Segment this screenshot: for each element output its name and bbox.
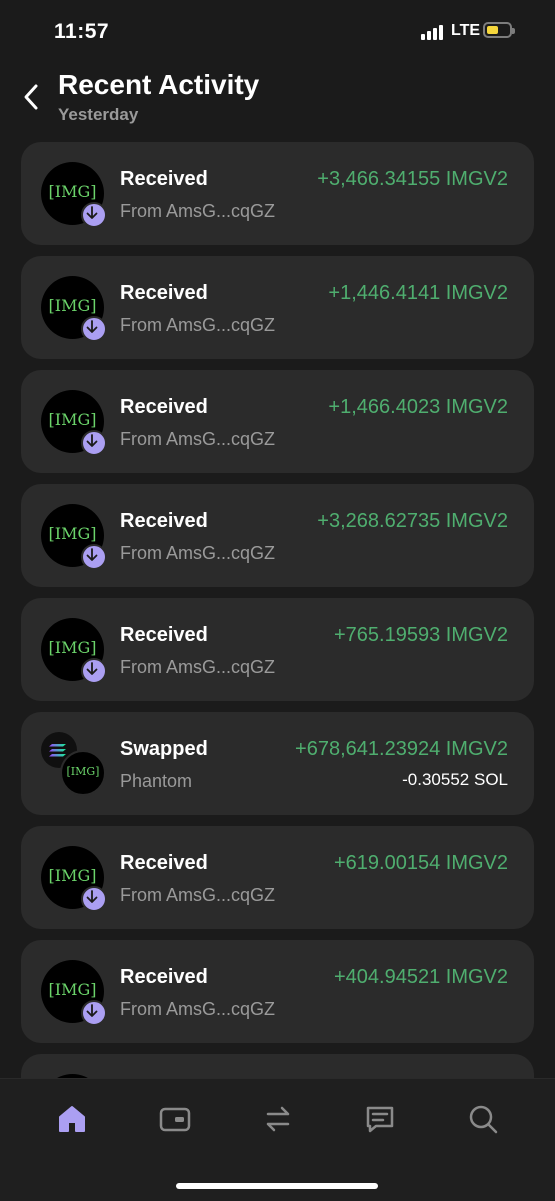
token-logo-text: [IMG]: [48, 980, 97, 999]
status-bar: 11:57 LTE: [0, 0, 555, 60]
activity-type: Swapped: [120, 738, 208, 760]
activity-amount: +765.19593 IMGV2: [333, 624, 508, 646]
swap-token-icons: [IMG]: [41, 732, 107, 798]
activity-item[interactable]: [IMG] Received From AmsG...cqGZ +1,446.4…: [21, 256, 534, 359]
activity-amount: +619.00154 IMGV2: [333, 852, 508, 874]
token-avatar: [IMG]: [41, 390, 107, 456]
activity-item[interactable]: [IMG] Received From AmsG...cqGZ +404.945…: [21, 940, 534, 1043]
received-arrow-icon: [81, 886, 107, 912]
activity-detail: From AmsG...cqGZ: [120, 429, 276, 449]
activity-detail: From AmsG...cqGZ: [120, 657, 276, 677]
token-logo-text: [IMG]: [48, 410, 97, 429]
home-icon[interactable]: [54, 1101, 90, 1137]
activity-detail: From AmsG...cqGZ: [120, 885, 276, 905]
activity-detail: From AmsG...cqGZ: [120, 315, 276, 335]
page-title: Recent Activity: [58, 69, 260, 100]
activity-amount-secondary: -0.30552 SOL: [402, 770, 508, 789]
received-arrow-icon: [81, 1000, 107, 1026]
token-avatar: [IMG]: [41, 960, 107, 1026]
home-indicator[interactable]: [176, 1183, 378, 1189]
activity-type: Received: [120, 966, 208, 988]
activity-amount: +404.94521 IMGV2: [333, 966, 508, 988]
back-chevron-icon[interactable]: [20, 82, 44, 112]
received-arrow-icon: [81, 316, 107, 342]
network-type: LTE: [451, 22, 481, 39]
swap-arrows-icon[interactable]: [260, 1101, 296, 1137]
activity-type: Received: [120, 396, 208, 418]
activity-detail: Phantom: [120, 771, 193, 791]
token-avatar: [IMG]: [60, 750, 106, 796]
token-logo-text: [IMG]: [48, 866, 97, 885]
received-arrow-icon: [81, 430, 107, 456]
activity-item[interactable]: [IMG] Received From AmsG...cqGZ +3,268.6…: [21, 484, 534, 587]
activity-type: Received: [120, 168, 208, 190]
activity-amount: +1,446.4141 IMGV2: [328, 282, 508, 304]
token-logo-text: [IMG]: [48, 524, 97, 543]
search-icon[interactable]: [465, 1101, 501, 1137]
activity-amount: +678,641.23924 IMGV2: [295, 738, 508, 760]
token-logo-text: [IMG]: [48, 182, 97, 201]
token-avatar: [IMG]: [41, 846, 107, 912]
activity-type: Received: [120, 624, 208, 646]
activity-type: Received: [120, 282, 208, 304]
activity-item[interactable]: [IMG] Received From AmsG...cqGZ +619.001…: [21, 826, 534, 929]
activity-item[interactable]: [IMG] Received From AmsG...cqGZ +1,466.4…: [21, 370, 534, 473]
activity-type: Received: [120, 852, 208, 874]
activity-amount: +3,268.62735 IMGV2: [317, 510, 508, 532]
activity-item[interactable]: [IMG] Received From AmsG...cqGZ +3,466.3…: [21, 142, 534, 245]
battery-icon: [483, 22, 515, 38]
wallet-card-icon[interactable]: [157, 1101, 193, 1137]
activity-detail: From AmsG...cqGZ: [120, 201, 276, 221]
activity-item[interactable]: [21, 1054, 534, 1078]
status-time: 11:57: [54, 20, 110, 43]
token-avatar: [IMG]: [41, 162, 107, 228]
token-logo-text: [IMG]: [66, 765, 100, 778]
activity-item-swap[interactable]: [IMG] Swapped Phantom +678,641.23924 IMG…: [21, 712, 534, 815]
received-arrow-icon: [81, 202, 107, 228]
token-logo-text: [IMG]: [48, 296, 97, 315]
token-avatar: [IMG]: [41, 276, 107, 342]
chat-icon[interactable]: [362, 1101, 398, 1137]
page-subtitle: Yesterday: [58, 105, 139, 124]
token-logo-text: [IMG]: [48, 638, 97, 657]
activity-item[interactable]: [IMG] Received From AmsG...cqGZ +765.195…: [21, 598, 534, 701]
cellular-signal-icon: [421, 24, 447, 40]
activity-type: Received: [120, 510, 208, 532]
received-arrow-icon: [81, 544, 107, 570]
received-arrow-icon: [81, 658, 107, 684]
activity-detail: From AmsG...cqGZ: [120, 543, 276, 563]
activity-list[interactable]: [IMG] Received From AmsG...cqGZ +3,466.3…: [21, 142, 534, 1078]
activity-amount: +3,466.34155 IMGV2: [317, 168, 508, 190]
token-avatar: [IMG]: [41, 618, 107, 684]
token-avatar: [IMG]: [41, 504, 107, 570]
activity-amount: +1,466.4023 IMGV2: [328, 396, 508, 418]
activity-detail: From AmsG...cqGZ: [120, 999, 276, 1019]
